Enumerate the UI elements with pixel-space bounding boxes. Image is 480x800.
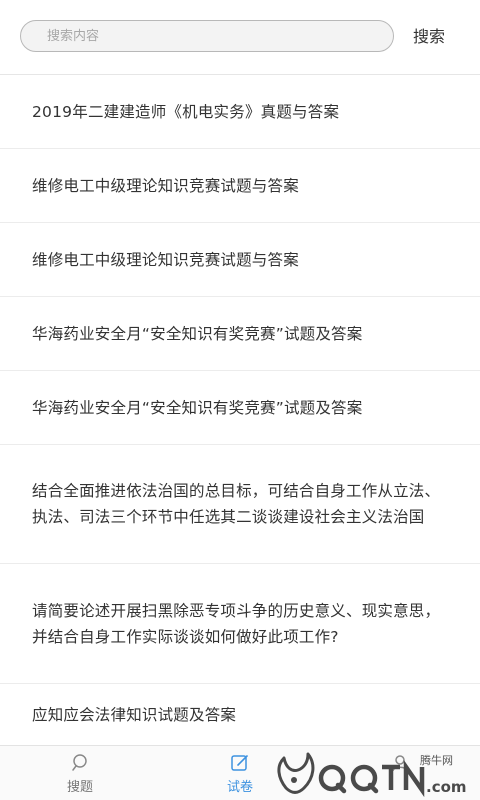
list-item-title: 请简要论述开展扫黑除恶专项斗争的历史意义、现实意思，并结合自身工作实际谈谈如何做… (32, 601, 441, 646)
list-item[interactable]: 华海药业安全月“安全知识有奖竞赛”试题及答案 (0, 297, 480, 370)
nav-label: 搜题 (66, 780, 93, 795)
list-item-title: 结合全面推进依法治国的总目标，可结合自身工作从立法、执法、司法三个环节中任选其二… (32, 482, 441, 526)
list-item-title: 维修电工中级理论知识竞赛试题与答案 (32, 250, 299, 269)
list-item-title: 华海药业安全月“安全知识有奖竞赛”试题及答案 (32, 398, 363, 417)
nav-label: 试卷 (226, 780, 253, 795)
app-page: 搜索 2019年二建建造师《机电实务》真题与答案 维修电工中级理论知识竞赛试题与… (0, 0, 480, 800)
nav-search-questions[interactable]: 搜题 (40, 746, 120, 800)
list-item[interactable]: 华海药业安全月“安全知识有奖竞赛”试题及答案 (0, 371, 480, 444)
search-input[interactable] (20, 20, 394, 52)
search-button[interactable]: 搜索 (403, 22, 455, 52)
bottom-nav: 搜题 试卷 (0, 745, 480, 800)
nav-profile[interactable] (360, 746, 440, 800)
list-item[interactable]: 应知应会法律知识试题及答案 (0, 684, 480, 745)
list-item[interactable]: 维修电工中级理论知识竞赛试题与答案 (0, 223, 480, 296)
list-item[interactable]: 2019年二建建造师《机电实务》真题与答案 (0, 75, 480, 148)
list-item-title: 华海药业安全月“安全知识有奖竞赛”试题及答案 (32, 324, 363, 343)
list-item-title: 维修电工中级理论知识竞赛试题与答案 (32, 176, 299, 195)
search-header: 搜索 (0, 0, 480, 74)
list-item[interactable]: 请简要论述开展扫黑除恶专项斗争的历史意义、现实意思，并结合自身工作实际谈谈如何做… (0, 564, 480, 683)
nav-exam-papers[interactable]: 试卷 (200, 746, 280, 800)
user-icon (392, 755, 408, 772)
list-item-title: 应知应会法律知识试题及答案 (32, 705, 237, 724)
search-icon (72, 754, 87, 771)
edit-icon (231, 755, 248, 771)
list-item[interactable]: 结合全面推进依法治国的总目标，可结合自身工作从立法、执法、司法三个环节中任选其二… (0, 445, 480, 563)
list-item-title: 2019年二建建造师《机电实务》真题与答案 (32, 102, 340, 121)
list-item[interactable]: 维修电工中级理论知识竞赛试题与答案 (0, 149, 480, 222)
